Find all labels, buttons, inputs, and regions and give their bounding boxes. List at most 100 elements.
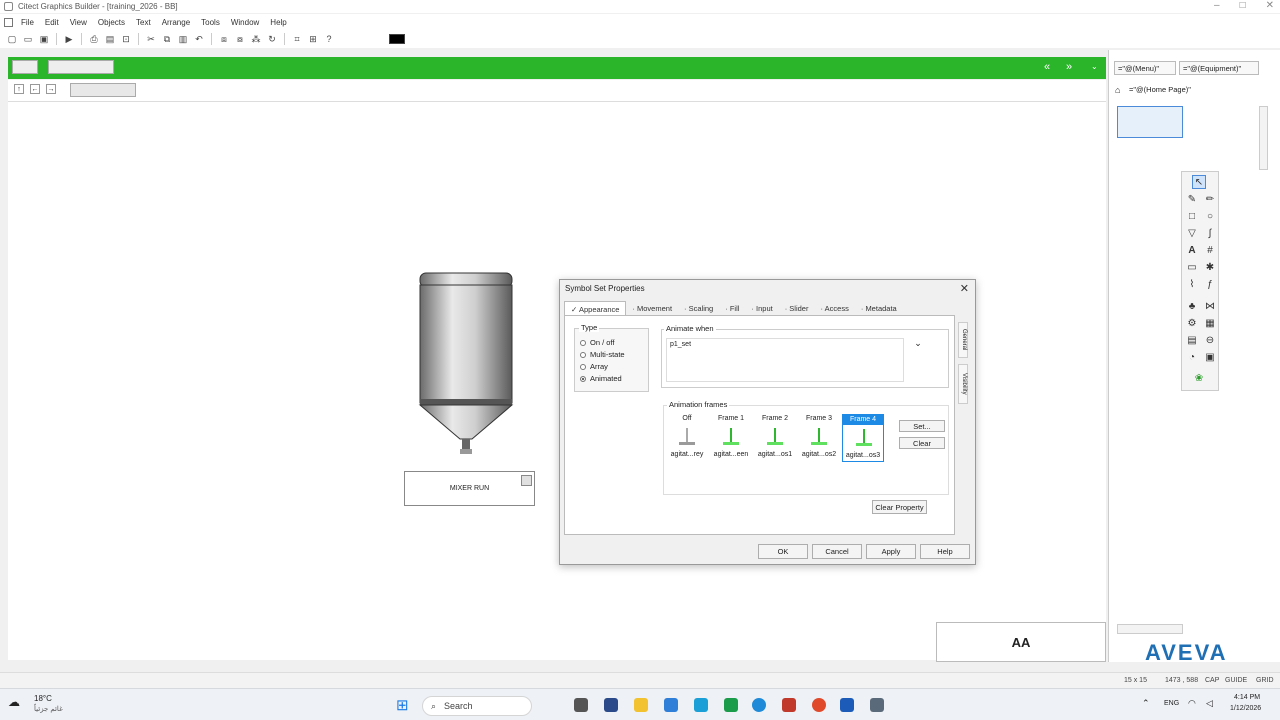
scroll-left-icon[interactable]: « — [1044, 61, 1050, 73]
rotate-icon[interactable]: ↻ — [266, 33, 278, 45]
type-radio-animated[interactable]: Animated — [580, 374, 622, 383]
tank-icon[interactable]: ⊖ — [1203, 334, 1217, 348]
maximize-icon[interactable]: □ — [1240, 0, 1246, 11]
ungroup-icon[interactable]: ⧇ — [234, 33, 246, 45]
weather-icon[interactable]: ☁ — [8, 695, 20, 709]
type-radio-multi-state[interactable]: Multi-state — [580, 350, 625, 359]
alarm-area-box[interactable]: AA — [936, 622, 1106, 662]
side-tab-general[interactable]: General — [958, 322, 968, 358]
table-icon[interactable]: ▤ — [1185, 334, 1199, 348]
clear-button[interactable]: Clear — [899, 437, 945, 449]
number-icon[interactable]: # — [1203, 244, 1217, 258]
home-icon[interactable]: ⌂ — [1115, 85, 1120, 95]
open-icon[interactable]: ▭ — [22, 33, 34, 45]
apply-button[interactable]: Apply — [866, 544, 916, 559]
pen-icon[interactable]: ✎ — [1185, 193, 1199, 207]
menu-tools[interactable]: Tools — [201, 18, 220, 27]
volume-icon[interactable]: ◁ — [1206, 698, 1213, 709]
frame-2[interactable]: Frame 2 agitat...os1 — [754, 414, 796, 462]
cicode-icon[interactable]: ƒ — [1203, 278, 1217, 292]
taskbar-search[interactable]: ⌕ Search — [422, 696, 532, 716]
menu-dropdown[interactable] — [12, 60, 38, 74]
graphics-builder-icon[interactable] — [870, 698, 884, 712]
machine-icon[interactable]: ⚙ — [1185, 317, 1199, 331]
frame-1[interactable]: Frame 1 agitat...een — [710, 414, 752, 462]
system-menu-icon[interactable] — [4, 17, 13, 27]
pdf-icon[interactable] — [782, 698, 796, 712]
set-button[interactable]: Set... — [899, 420, 945, 432]
side-tab-visibility[interactable]: Visibility — [958, 364, 968, 404]
menu-view[interactable]: View — [70, 18, 87, 27]
help-icon[interactable]: ? — [323, 33, 335, 45]
close-icon[interactable]: ✕ — [1266, 0, 1274, 11]
text-icon[interactable]: A — [1185, 244, 1199, 258]
chrome-icon[interactable] — [812, 698, 826, 712]
frame-4[interactable]: Frame 4 agitat...os3 — [842, 414, 884, 462]
horizontal-scrollbar[interactable] — [1117, 624, 1183, 634]
clear-property-button[interactable]: Clear Property — [872, 500, 927, 514]
properties-icon[interactable]: ⊞ — [307, 33, 319, 45]
citect-icon[interactable] — [604, 698, 618, 712]
start-icon[interactable]: ⊞ — [396, 696, 409, 714]
paste-icon[interactable]: ▥ — [177, 33, 189, 45]
color-swatch[interactable] — [389, 34, 405, 44]
menu-objects[interactable]: Objects — [98, 18, 125, 27]
new-icon[interactable]: ▢ — [6, 33, 18, 45]
align-icon[interactable]: ⁂ — [250, 33, 262, 45]
menu-field[interactable]: ="@(Menu)" — [1114, 61, 1176, 75]
cancel-button[interactable]: Cancel — [812, 544, 862, 559]
pipe-icon[interactable]: ∫ — [1203, 227, 1217, 241]
valve-icon[interactable]: ⋈ — [1203, 300, 1217, 314]
page-thumbnail[interactable] — [1117, 106, 1183, 138]
copy-icon[interactable]: ⧉ — [161, 33, 173, 45]
outlook-icon[interactable] — [840, 698, 854, 712]
pencil-icon[interactable]: ✏ — [1203, 193, 1217, 207]
image-icon[interactable]: ▣ — [1203, 351, 1217, 365]
menu-edit[interactable]: Edit — [45, 18, 59, 27]
print-icon[interactable]: ⎙ — [88, 33, 100, 45]
scroll-right-icon[interactable]: » — [1066, 61, 1072, 73]
menu-window[interactable]: Window — [231, 18, 259, 27]
dialog-close-icon[interactable]: ✕ — [960, 282, 969, 295]
equipment-field[interactable]: ="@(Equipment)" — [1179, 61, 1259, 75]
ok-button[interactable]: OK — [758, 544, 808, 559]
clock-date[interactable]: 1/12/2026 — [1230, 705, 1261, 712]
help-button[interactable]: Help — [920, 544, 970, 559]
app-icon-1[interactable] — [694, 698, 708, 712]
library-icon[interactable]: ❀ — [1192, 372, 1206, 386]
gauge-icon[interactable]: ◔ — [1185, 351, 1199, 365]
home-page-field[interactable]: ="@(Home Page)" — [1129, 85, 1191, 94]
app-icon-2[interactable] — [724, 698, 738, 712]
back-icon[interactable]: ← — [30, 84, 40, 94]
type-radio-array[interactable]: Array — [580, 362, 608, 371]
store-icon[interactable] — [664, 698, 678, 712]
button-icon[interactable]: ▭ — [1185, 261, 1199, 275]
wizard-icon[interactable]: ⌄ — [911, 338, 925, 352]
panel-icon[interactable]: ▦ — [1203, 317, 1217, 331]
frame-off[interactable]: Off agitat...rey — [666, 414, 708, 462]
tray-chevron-icon[interactable]: ⌃ — [1142, 698, 1150, 709]
mixer-run-button[interactable]: MIXER RUN — [404, 471, 535, 506]
zoom-icon[interactable]: ⊡ — [120, 33, 132, 45]
wifi-icon[interactable]: ◠ — [1188, 698, 1196, 709]
menu-arrange[interactable]: Arrange — [162, 18, 190, 27]
preview-icon[interactable]: ▤ — [104, 33, 116, 45]
undo-icon[interactable]: ↶ — [193, 33, 205, 45]
save-icon[interactable]: ▣ — [38, 33, 50, 45]
page-field[interactable] — [70, 83, 136, 97]
cut-icon[interactable]: ✂ — [145, 33, 157, 45]
thumbnail-scrollbar[interactable] — [1259, 106, 1268, 170]
menu-file[interactable]: File — [21, 18, 34, 27]
forward-icon[interactable]: → — [46, 84, 56, 94]
task-view-icon[interactable] — [574, 698, 588, 712]
type-radio-on-off[interactable]: On / off — [580, 338, 614, 347]
animate-expression-input[interactable]: p1_set — [666, 338, 904, 382]
frame-3[interactable]: Frame 3 agitat...os2 — [798, 414, 840, 462]
trend-icon[interactable]: ⌇ — [1185, 278, 1199, 292]
page-name-field[interactable] — [48, 60, 114, 74]
symbol-icon[interactable]: ✱ — [1203, 261, 1217, 275]
minimize-icon[interactable]: – — [1214, 0, 1220, 11]
up-icon[interactable]: ↑ — [14, 84, 24, 94]
run-icon[interactable]: ▶ — [63, 33, 75, 45]
mixer-tank-symbol[interactable] — [418, 271, 514, 457]
